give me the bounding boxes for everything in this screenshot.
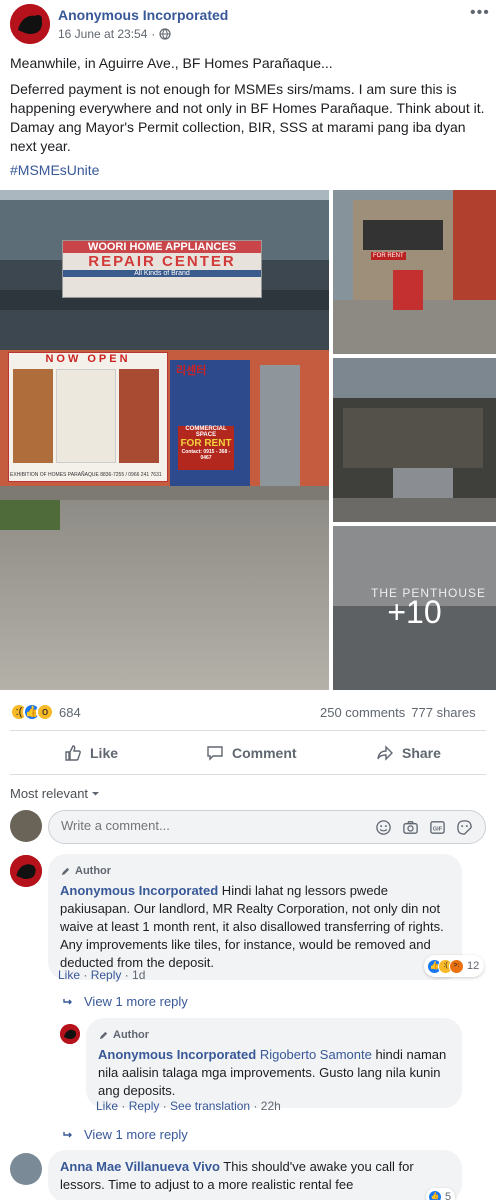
sticker-icon[interactable]: [456, 819, 473, 836]
comment-2-author[interactable]: Anonymous Incorporated: [98, 1047, 256, 1062]
sort-label: Most relevant: [10, 786, 89, 801]
for-rent-line2: FOR RENT: [180, 438, 232, 449]
comment-button[interactable]: Comment: [206, 744, 297, 762]
author-badge-label: Author: [75, 865, 112, 877]
post-author-name[interactable]: Anonymous Incorporated: [58, 7, 228, 23]
reaction-summary[interactable]: :( 👍 o 684: [10, 703, 81, 721]
now-open-banner: NOW OPEN: [8, 352, 168, 482]
reply-arrow-icon: [63, 998, 72, 1004]
shares-count[interactable]: 777 shares: [411, 705, 475, 720]
for-rent-line1: COMMERCIAL SPACE: [185, 426, 227, 438]
comment-1-like[interactable]: Like: [58, 968, 80, 982]
post-hashtag[interactable]: #MSMEsUnite: [10, 162, 99, 178]
sign-board: WOORI HOME APPLIANCES REPAIR CENTER All …: [62, 240, 262, 298]
engagement-counts: 250 comments 777 shares: [320, 705, 476, 720]
view-more-replies-label: View 1 more reply: [84, 1127, 188, 1142]
reply-arrow-icon: [63, 1131, 72, 1137]
comment-1-reaction-count: 12: [467, 960, 480, 972]
reaction-count: 684: [59, 704, 81, 720]
like-button[interactable]: Like: [64, 744, 118, 762]
gif-icon[interactable]: GIF: [429, 819, 446, 836]
pencil-icon: [99, 1031, 108, 1039]
photo-side-3-more[interactable]: THE PENTHOUSE +10: [333, 526, 496, 690]
comment-2-time[interactable]: 22h: [261, 1099, 281, 1113]
svg-text:GIF: GIF: [433, 826, 443, 832]
menu-grid: [9, 365, 167, 467]
comment-3-reaction-count: 5: [445, 1191, 452, 1200]
banner-footer: EXHIBITION OF HOMES PARAÑAQUE 8836-7255 …: [10, 472, 162, 478]
comment-2-avatar[interactable]: [60, 1024, 80, 1044]
building-image-1: [333, 190, 496, 354]
like-icon: 👍: [428, 1190, 442, 1200]
comment-1-avatar[interactable]: [10, 855, 42, 887]
author-avatar[interactable]: [10, 4, 50, 44]
author-badge-label: Author: [113, 1029, 150, 1041]
emoji-icon[interactable]: [375, 819, 392, 836]
share-label: Share: [402, 745, 441, 761]
post-paragraph-2: Deferred payment is not enough for MSMEs…: [10, 81, 485, 154]
comment-2-view-more[interactable]: View 1 more reply: [62, 1127, 188, 1142]
divider-bottom: [10, 774, 486, 775]
more-photos-count: +10: [387, 594, 442, 630]
comment-sort-dropdown[interactable]: Most relevant: [10, 786, 100, 801]
comment-2-badge: Author: [98, 1026, 450, 1044]
divider-top: [10, 730, 486, 731]
wow-emoji-icon: o: [36, 703, 54, 721]
comment-2-bubble: Author Anonymous Incorporated Rigoberto …: [86, 1018, 462, 1108]
photo-side-1[interactable]: FOR RENT: [333, 190, 496, 354]
post-meta: 16 June at 23:54 ·: [58, 27, 172, 41]
comments-count[interactable]: 250 comments: [320, 705, 405, 720]
comment-2-like[interactable]: Like: [96, 1099, 118, 1113]
comment-1-reply[interactable]: Reply: [91, 968, 122, 982]
comment-1-reactions[interactable]: 👍 :( >: 12: [424, 955, 485, 977]
composer-icons: GIF: [375, 819, 473, 836]
comment-1-bubble: Author Anonymous Incorporated Hindi laha…: [48, 854, 462, 980]
comment-label: Comment: [232, 745, 297, 761]
comment-2-see-translation[interactable]: See translation: [170, 1099, 250, 1113]
comment-icon: [207, 746, 223, 761]
comment-3-reactions[interactable]: 👍 5: [426, 1188, 456, 1200]
comment-1-view-more[interactable]: View 1 more reply: [62, 994, 188, 1009]
angry-emoji-icon: >:: [449, 958, 464, 974]
sign-top: WOORI HOME APPLIANCES: [63, 241, 261, 253]
comment-2-actions: Like · Reply · See translation · 22h: [96, 1099, 281, 1113]
now-open-label: NOW OPEN: [45, 353, 131, 365]
camera-icon[interactable]: [402, 819, 419, 836]
comment-2-mention[interactable]: Rigoberto Samonte: [260, 1047, 372, 1062]
pencil-icon: [61, 867, 70, 875]
comment-3-bubble: Anna Mae Villanueva Vivo This should've …: [48, 1150, 462, 1200]
comment-1-actions: Like · Reply · 1d: [58, 968, 146, 982]
for-rent-line3: Contact: 0915 - 368 - 0467: [181, 449, 231, 461]
post-timestamp[interactable]: 16 June at 23:54: [58, 27, 147, 41]
like-outline-icon: [65, 745, 81, 761]
comment-composer[interactable]: GIF: [48, 810, 486, 844]
comment-1-badge: Author: [60, 862, 450, 880]
share-button[interactable]: Share: [376, 744, 441, 762]
building-image-2: [333, 358, 496, 522]
photo-main[interactable]: WOORI HOME APPLIANCES REPAIR CENTER All …: [0, 190, 329, 690]
sign-mid: REPAIR CENTER: [88, 253, 236, 270]
viewer-avatar[interactable]: [10, 810, 42, 842]
share-icon: [377, 745, 393, 761]
sign-small: All Kinds of Brand: [63, 270, 261, 277]
post-paragraph-1: Meanwhile, in Aguirre Ave., BF Homes Par…: [10, 55, 333, 71]
globe-icon: [159, 28, 172, 40]
like-label: Like: [90, 745, 119, 761]
author-logo-icon: [10, 4, 50, 44]
view-more-replies-label: View 1 more reply: [84, 994, 188, 1009]
comment-input[interactable]: [61, 818, 341, 833]
korean-text: 리센터: [176, 365, 207, 377]
comment-3-author[interactable]: Anna Mae Villanueva Vivo: [60, 1159, 220, 1174]
comment-3-avatar[interactable]: [10, 1153, 42, 1185]
comment-1-author[interactable]: Anonymous Incorporated: [60, 883, 218, 898]
author-logo-icon: [60, 1024, 80, 1044]
photo-side-2[interactable]: [333, 358, 496, 522]
more-dots-icon[interactable]: •••: [470, 4, 490, 22]
comment-1-time[interactable]: 1d: [132, 968, 145, 982]
author-logo-icon: [10, 855, 42, 887]
comment-2-reply[interactable]: Reply: [129, 1099, 160, 1113]
for-rent-sign: COMMERCIAL SPACE FOR RENT Contact: 0915 …: [178, 426, 234, 470]
side-for-rent-sign: FOR RENT: [371, 252, 406, 260]
chevron-down-icon: [92, 792, 100, 796]
